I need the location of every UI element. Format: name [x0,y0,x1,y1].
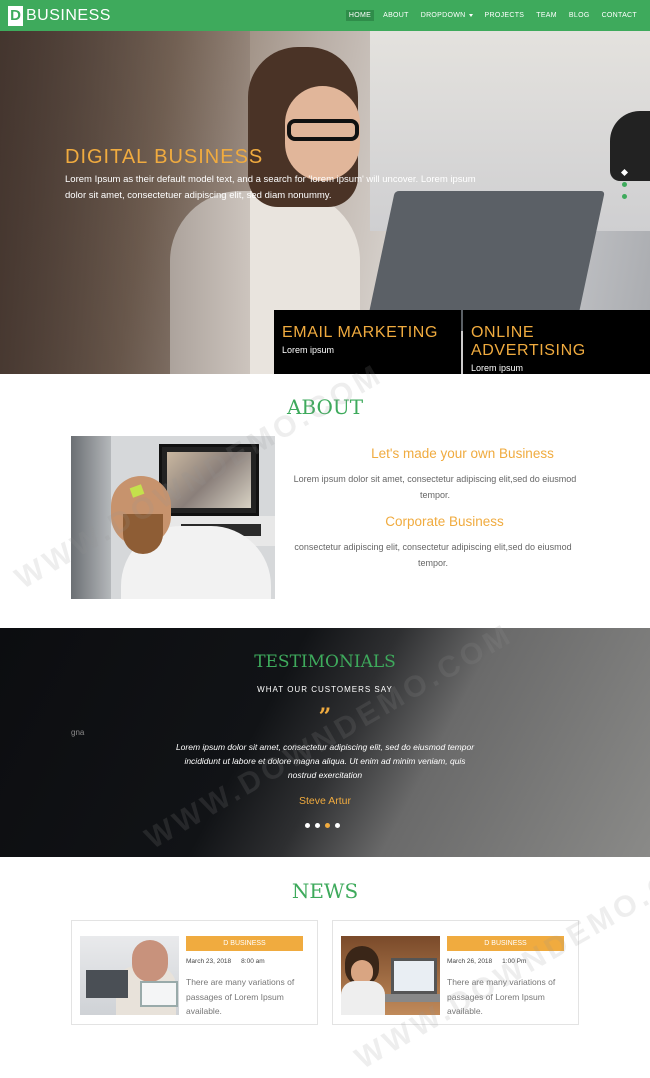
news-card-date: March 23, 2018 8:00 am [186,958,265,965]
about-photo-background [71,436,111,599]
main-menu: HOME ABOUT DROPDOWN PROJECTS TEAM BLOG C… [340,0,640,31]
news-photo-laptop [391,958,437,994]
news-card-date-text: March 26, 2018 [447,958,493,965]
online-advertising-box[interactable]: ONLINE ADVERTISING Lorem ipsum [463,310,650,374]
news-card-badge[interactable]: D BUSINESS [447,936,564,951]
news-card-badge[interactable]: D BUSINESS [186,936,303,951]
testimonial-quote: Lorem ipsum dolor sit amet, consectetur … [175,742,475,780]
news-card-image [80,936,179,1015]
hero-title: DIGITAL BUSINESS [65,146,264,168]
testimonial-dot-4[interactable] [335,823,340,828]
news-card-text: There are many variations of passages of… [447,977,556,1016]
hero-slider: DIGITAL BUSINESS Lorem Ipsum as their de… [0,31,650,374]
news-card[interactable]: D BUSINESS March 23, 2018 8:00 am There a… [71,920,318,1025]
email-marketing-title: EMAIL MARKETING [282,324,438,341]
news-card-text: There are many variations of passages of… [186,977,295,1016]
hero-text: Lorem Ipsum as their default model text,… [65,174,476,201]
logo-letter: D [8,5,23,26]
news-title: NEWS [291,879,359,903]
news-card-time: 1:00 Pm [502,958,527,965]
testimonial-side-text: gna [71,728,85,737]
about-photo-screen [167,452,251,508]
page: D BUSINESS HOME ABOUT DROPDOWN PROJECTS … [0,0,650,1078]
nav-team[interactable]: TEAM [533,10,560,21]
email-marketing-box[interactable]: EMAIL MARKETING Lorem ipsum [274,310,461,374]
testimonial-dots [305,823,340,828]
nav-contact[interactable]: CONTACT [599,10,640,21]
hero-photo-lamp [610,111,650,181]
about-photo-beard [123,514,163,554]
slider-dots [620,168,629,199]
news-card-date-text: March 23, 2018 [186,958,232,965]
nav-projects[interactable]: PROJECTS [482,10,528,21]
hero-photo-glasses [287,119,359,141]
testimonial-dot-2[interactable] [315,823,320,828]
news-card-image [341,936,440,1015]
about-text-2: consectetur adipiscing elit, consectetur… [294,542,572,568]
email-marketing-subtitle: Lorem ipsum [282,345,335,355]
nav-dropdown[interactable]: DROPDOWN [418,10,476,21]
news-photo-screen [140,981,178,1007]
about-text-1: Lorem ipsum dolor sit amet, consectetur … [293,474,577,500]
nav-dropdown-label: DROPDOWN [420,12,466,19]
slider-dot-1[interactable] [620,168,629,177]
slider-dot-3[interactable] [622,194,627,199]
about-photo-monitor [159,444,259,516]
nav-home[interactable]: HOME [345,10,375,21]
slider-dot-2[interactable] [622,182,627,187]
quote-icon: ” [318,704,332,730]
online-advertising-title: ONLINE ADVERTISING [471,324,586,359]
online-advertising-subtitle: Lorem ipsum [471,363,524,373]
news-photo-body [341,981,385,1015]
nav-about[interactable]: ABOUT [380,10,412,21]
testimonial-author: Steve Artur [299,795,351,807]
about-heading-1: Let's made your own Business [371,446,554,461]
news-photo-head [132,940,168,982]
news-card-time: 8:00 am [241,958,265,965]
news-photo-laptop [86,970,128,998]
top-navbar: D BUSINESS HOME ABOUT DROPDOWN PROJECTS … [0,0,650,31]
testimonial-dot-3[interactable] [325,823,330,828]
about-image [71,436,275,599]
caret-down-icon [468,14,473,17]
about-heading-2: Corporate Business [385,514,504,529]
about-title: ABOUT [286,395,364,419]
testimonials-subtitle: WHAT OUR CUSTOMERS SAY [257,685,393,694]
testimonials-section: TESTIMONIALS WHAT OUR CUSTOMERS SAY ” gn… [0,628,650,857]
site-logo[interactable]: D BUSINESS [8,5,111,26]
testimonials-title: TESTIMONIALS [254,652,396,672]
logo-text: BUSINESS [26,6,111,24]
news-card[interactable]: D BUSINESS March 26, 2018 1:00 Pm There a… [332,920,579,1025]
testimonial-dot-1[interactable] [305,823,310,828]
nav-blog[interactable]: BLOG [566,10,593,21]
news-photo-laptop-base [385,994,440,1002]
news-card-date: March 26, 2018 1:00 Pm [447,958,526,965]
